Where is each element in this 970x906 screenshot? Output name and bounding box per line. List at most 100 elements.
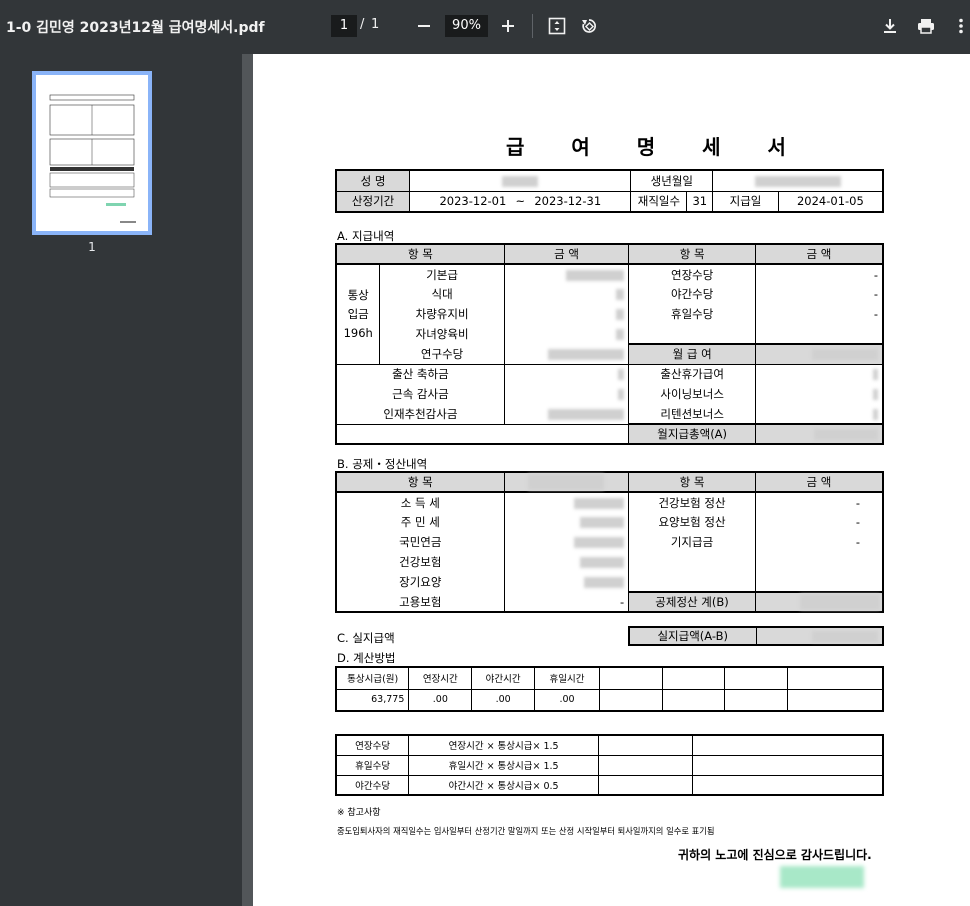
pdf-toolbar: 1-0 김민영 2023년12월 급여명세서.pdf 1 / 1 90% [0, 0, 970, 54]
birth-value [712, 169, 884, 192]
toolbar-divider [532, 14, 533, 38]
thanks-message: 귀하의 노고에 진심으로 감사드립니다. [678, 848, 872, 862]
monthly-pay-label: 월 급 여 [628, 344, 756, 365]
birth-label: 생년월일 [630, 169, 714, 192]
doc-title: 급 여 명 세 서 [506, 135, 806, 159]
note-title: ※ 참고사항 [337, 808, 381, 818]
company-stamp [780, 866, 864, 888]
rotate-icon [582, 19, 596, 33]
pdf-page: 급 여 명 세 서 성 명 생년월일 산정기간 2023-12-01 ~2023-… [253, 54, 970, 906]
a-bonus-item-right: 리텐션보너스 [628, 404, 756, 424]
payment-table: 항 목 금 액 항 목 금 액 통상 입금 196h 기본급 연장수당 - 식대 야… [335, 243, 884, 445]
more-options-button[interactable] [948, 13, 970, 39]
zoom-in-button[interactable] [495, 13, 521, 39]
fit-page-button[interactable] [544, 13, 570, 39]
workdays-value: 31 [686, 190, 714, 213]
b-item: 소 득 세 [335, 492, 505, 512]
a-amount [503, 264, 630, 284]
b-item: 장기요양 [335, 572, 505, 592]
a-item: 차량유지비 [379, 304, 505, 324]
total-pay-label: 월지급총액(A) [628, 423, 756, 444]
zoom-input[interactable]: 90% [445, 15, 488, 37]
a-item-right: 휴일수당 [628, 304, 756, 324]
plus-icon [502, 20, 514, 32]
more-vert-icon [959, 18, 963, 34]
name-value [409, 169, 632, 192]
file-title: 1-0 김민영 2023년12월 급여명세서.pdf [6, 20, 265, 36]
thumbnail-preview [36, 75, 148, 231]
section-d-label: D. 계산방법 [337, 651, 396, 665]
net-pay-table: 실지급액(A-B) [628, 626, 884, 646]
a-bonus-item: 인재추천감사금 [335, 404, 505, 424]
a-header-item-2: 항 목 [628, 244, 756, 265]
period-value: 2023-12-01 ~2023-12-31 [409, 190, 632, 213]
page-thumbnail[interactable] [32, 71, 152, 235]
b-header-item: 항 목 [335, 472, 505, 493]
total-pay-value [754, 423, 884, 444]
a-item-right: 연장수당 [628, 264, 756, 284]
b-item: 고용보험 [335, 592, 505, 612]
b-header-amount-2: 금 액 [754, 472, 884, 493]
section-a-label: A. 지급내역 [337, 229, 395, 243]
b-item: 주 민 세 [335, 512, 505, 532]
a-bonus-item-right: 사이닝보너스 [628, 384, 756, 404]
rotate-button[interactable] [576, 13, 602, 39]
a-amount [503, 304, 630, 324]
paydate-label: 지급일 [712, 190, 779, 213]
name-label: 성 명 [335, 169, 411, 192]
b-item: 건강보험 [335, 552, 505, 572]
a-header-amount: 금 액 [503, 244, 630, 265]
fit-page-icon [548, 17, 566, 35]
a-group-label: 통상 입금 196h [335, 264, 381, 365]
deduction-total-label: 공제정산 계(B) [628, 592, 756, 612]
b-item-right: 건강보험 정산 [628, 492, 756, 512]
monthly-pay-value [754, 344, 884, 365]
print-button[interactable] [913, 13, 939, 39]
zoom-out-button[interactable] [411, 13, 437, 39]
section-c-label: C. 실지급액 [337, 631, 395, 645]
b-header-item-2: 항 목 [628, 472, 756, 493]
a-header-item: 항 목 [335, 244, 505, 265]
thumbnail-sidebar: 1 [0, 54, 242, 906]
b-header-amount [503, 472, 630, 493]
period-label: 산정기간 [335, 190, 411, 213]
sidebar-scrollbar[interactable] [242, 54, 253, 906]
calculation-table: 통상시급(원) 연장시간 야간시간 휴일시간 63,775 .00 .00 .0… [335, 666, 884, 712]
formula-table: 연장수당 연장시간 × 통상시급× 1.5 휴일수당 휴일시간 × 통상시급× … [335, 734, 884, 796]
a-bonus-item: 출산 축하금 [335, 364, 505, 384]
page-number-input[interactable]: 1 [331, 15, 357, 37]
a-amount [503, 284, 630, 304]
page-total: 1 [371, 17, 380, 32]
note-text: 중도입퇴사자의 재직일수는 입사일부터 산정기간 말일까지 또는 산정 시작일부… [337, 826, 715, 836]
info-table: 성 명 생년월일 산정기간 2023-12-01 ~2023-12-31 재직일수… [335, 169, 884, 213]
b-item-right: 기지급금 [628, 532, 756, 552]
print-icon [918, 19, 934, 34]
a-amount-right: - [754, 304, 884, 324]
a-item: 식대 [379, 284, 505, 304]
workdays-label: 재직일수 [630, 190, 688, 213]
page-separator: / [360, 17, 365, 32]
a-item: 연구수당 [379, 344, 505, 365]
deduction-total-value [754, 592, 884, 612]
a-item-right: 야간수당 [628, 284, 756, 304]
a-item: 기본급 [379, 264, 505, 284]
a-bonus-item-right: 출산휴가급여 [628, 364, 756, 384]
a-amount [503, 344, 630, 365]
section-b-label: B. 공제・정산내역 [337, 457, 428, 471]
minus-icon [418, 25, 430, 27]
a-header-amount-2: 금 액 [754, 244, 884, 265]
a-amount [503, 324, 630, 344]
a-amount-right: - [754, 264, 884, 284]
a-bonus-item: 근속 감사금 [335, 384, 505, 404]
a-item: 자녀양육비 [379, 324, 505, 344]
paydate-value: 2024-01-05 [777, 190, 884, 213]
download-button[interactable] [877, 13, 903, 39]
net-pay-value [755, 626, 884, 646]
net-pay-label: 실지급액(A-B) [628, 626, 757, 646]
b-item: 국민연금 [335, 532, 505, 552]
thumbnail-page-number: 1 [88, 240, 96, 254]
a-amount-right: - [754, 284, 884, 304]
download-icon [884, 19, 896, 33]
b-item-right: 요양보험 정산 [628, 512, 756, 532]
deduction-table: 항 목 항 목 금 액 소 득 세 건강보험 정산 - 주 민 세 요양보험 정… [335, 471, 884, 613]
